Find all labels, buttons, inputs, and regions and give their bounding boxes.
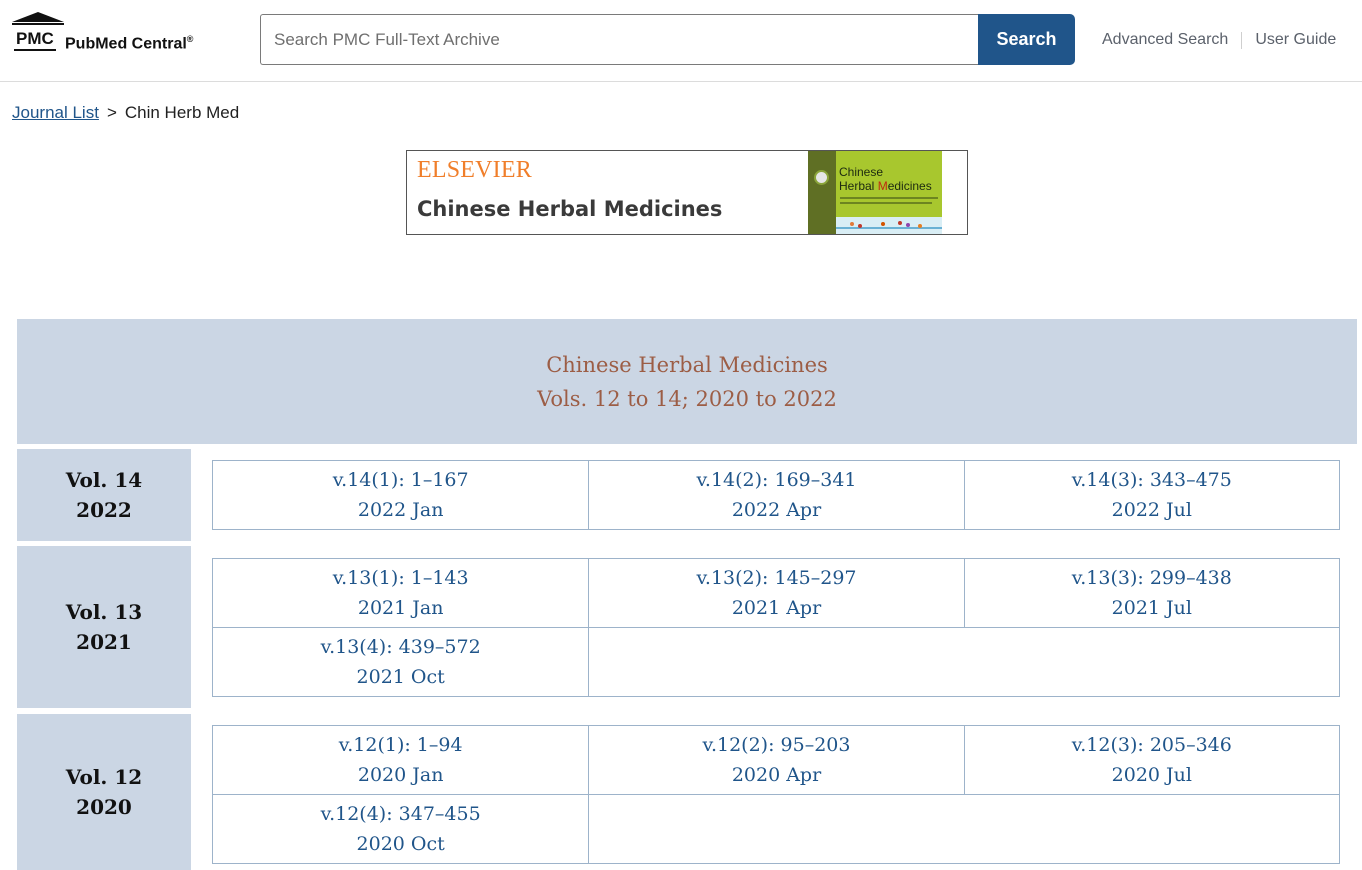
- issue-pages: v.12(2): 95–203: [702, 734, 851, 756]
- volume-label: Vol. 14 2022: [17, 449, 191, 541]
- issue-date: 2021 Jan: [357, 597, 444, 619]
- breadcrumb-current: Chin Herb Med: [124, 103, 240, 122]
- issue-pages: v.12(4): 347–455: [320, 803, 481, 825]
- issue-link[interactable]: v.12(3): 205–346 2020 Jul: [963, 726, 1339, 794]
- cover-subtitle-line: [840, 197, 938, 199]
- empty-cell: [588, 628, 1339, 696]
- volume-label: Vol. 12 2020: [17, 714, 191, 870]
- issue-pages: v.14(2): 169–341: [696, 469, 857, 491]
- cover-title-line1: Chinese: [839, 165, 884, 179]
- volume-year: 2022: [76, 498, 132, 522]
- issue-link[interactable]: v.12(4): 347–455 2020 Oct: [213, 795, 588, 863]
- cover-title-line2: Herbal Medicines: [839, 179, 932, 193]
- issue-link[interactable]: v.13(3): 299–438 2021 Jul: [963, 559, 1339, 627]
- issue-row: v.12(1): 1–94 2020 Jan v.12(2): 95–203 2…: [213, 726, 1339, 794]
- search-button[interactable]: Search: [978, 14, 1075, 65]
- archive-subtitle: Vols. 12 to 14; 2020 to 2022: [537, 386, 837, 411]
- cover-title: Chinese Herbal Medicines: [839, 165, 932, 193]
- issue-link[interactable]: v.14(2): 169–341 2022 Apr: [588, 461, 963, 529]
- cover-title-accent: M: [877, 179, 888, 193]
- logo-name: PubMed Central®: [65, 29, 193, 54]
- issue-pages: v.13(1): 1–143: [332, 567, 469, 589]
- volume-number: Vol. 12: [65, 765, 143, 789]
- issue-date: 2022 Jan: [357, 499, 444, 521]
- cover-spine: [808, 151, 836, 234]
- cover-title-word: Herbal: [839, 179, 878, 193]
- issue-link[interactable]: v.13(1): 1–143 2021 Jan: [213, 559, 588, 627]
- issue-row: v.13(1): 1–143 2021 Jan v.13(2): 145–297…: [213, 559, 1339, 627]
- issue-date: 2021 Jul: [1111, 597, 1192, 619]
- issue-link[interactable]: v.12(2): 95–203 2020 Apr: [588, 726, 963, 794]
- journal-cover-image: Chinese Herbal Medicines: [808, 151, 942, 234]
- cover-subtitle-line: [840, 202, 932, 204]
- issue-link[interactable]: v.12(1): 1–94 2020 Jan: [213, 726, 588, 794]
- issue-date: 2022 Apr: [731, 499, 822, 521]
- archive-title-band: Chinese Herbal Medicines Vols. 12 to 14;…: [17, 319, 1357, 444]
- journal-list-link[interactable]: Journal List: [12, 103, 99, 122]
- issue-link[interactable]: v.14(3): 343–475 2022 Jul: [963, 461, 1339, 529]
- cover-footer-stripe: [836, 227, 942, 229]
- issue-pages: v.12(3): 205–346: [1071, 734, 1232, 756]
- logo-name-text: PubMed Central: [65, 35, 187, 53]
- banner-journal-title: Chinese Herbal Medicines: [417, 197, 723, 221]
- issue-row: v.12(4): 347–455 2020 Oct: [213, 794, 1339, 863]
- cover-dot: [898, 221, 902, 225]
- issue-link[interactable]: v.13(4): 439–572 2021 Oct: [213, 628, 588, 696]
- user-guide-link[interactable]: User Guide: [1255, 31, 1336, 49]
- cover-dot: [850, 222, 854, 226]
- search-input[interactable]: [261, 15, 980, 64]
- issue-row: v.14(1): 1–167 2022 Jan v.14(2): 169–341…: [213, 461, 1339, 529]
- journal-banner[interactable]: ELSEVIER Chinese Herbal Medicines Chines…: [406, 150, 968, 235]
- issue-date: 2021 Apr: [731, 597, 822, 619]
- publisher-name: ELSEVIER: [417, 157, 532, 183]
- cover-dot: [906, 223, 910, 227]
- volume-label: Vol. 13 2021: [17, 546, 191, 708]
- issue-link[interactable]: v.13(2): 145–297 2021 Apr: [588, 559, 963, 627]
- issue-date: 2021 Oct: [356, 666, 445, 688]
- issue-grid: v.12(1): 1–94 2020 Jan v.12(2): 95–203 2…: [212, 725, 1340, 864]
- cover-front: Chinese Herbal Medicines: [836, 151, 942, 234]
- issue-pages: v.12(1): 1–94: [338, 734, 463, 756]
- issue-grid: v.14(1): 1–167 2022 Jan v.14(2): 169–341…: [212, 460, 1340, 530]
- issue-date: 2020 Jan: [357, 764, 444, 786]
- site-header: PMC PubMed Central® Search Advanced Sear…: [0, 0, 1362, 82]
- issue-date: 2022 Jul: [1111, 499, 1192, 521]
- issue-date: 2020 Apr: [731, 764, 822, 786]
- archive-title: Chinese Herbal Medicines: [546, 352, 828, 377]
- issue-pages: v.13(2): 145–297: [696, 567, 857, 589]
- cover-dot: [918, 224, 922, 228]
- cover-footer: [836, 217, 942, 234]
- volume-year: 2021: [76, 630, 132, 654]
- empty-cell: [588, 795, 1339, 863]
- advanced-search-link[interactable]: Advanced Search: [1102, 31, 1228, 49]
- issue-pages: v.14(3): 343–475: [1071, 469, 1232, 491]
- issue-grid: v.13(1): 1–143 2021 Jan v.13(2): 145–297…: [212, 558, 1340, 697]
- cover-dot: [858, 224, 862, 228]
- breadcrumb-separator: >: [106, 103, 117, 122]
- registered-mark: ®: [186, 34, 194, 44]
- header-links: Advanced Search User Guide: [1102, 31, 1336, 49]
- link-divider: [1241, 31, 1243, 49]
- issue-link[interactable]: v.14(1): 1–167 2022 Jan: [213, 461, 588, 529]
- cover-emblem-icon: [814, 170, 829, 185]
- cover-dot: [881, 222, 885, 226]
- logo-abbrev: PMC: [14, 29, 56, 51]
- volume-year: 2020: [76, 795, 132, 819]
- cover-title-rest: edicines: [887, 179, 932, 193]
- building-roof-icon: [12, 12, 64, 25]
- pmc-logo[interactable]: PMC PubMed Central®: [12, 12, 212, 62]
- volume-number: Vol. 13: [65, 600, 143, 624]
- breadcrumb: Journal List > Chin Herb Med: [12, 103, 239, 123]
- search-box: [260, 14, 980, 65]
- issue-pages: v.13(4): 439–572: [320, 636, 481, 658]
- volume-number: Vol. 14: [65, 468, 143, 492]
- issue-pages: v.14(1): 1–167: [332, 469, 469, 491]
- issue-row: v.13(4): 439–572 2021 Oct: [213, 627, 1339, 696]
- issue-date: 2020 Oct: [356, 833, 445, 855]
- issue-date: 2020 Jul: [1111, 764, 1192, 786]
- issue-pages: v.13(3): 299–438: [1071, 567, 1232, 589]
